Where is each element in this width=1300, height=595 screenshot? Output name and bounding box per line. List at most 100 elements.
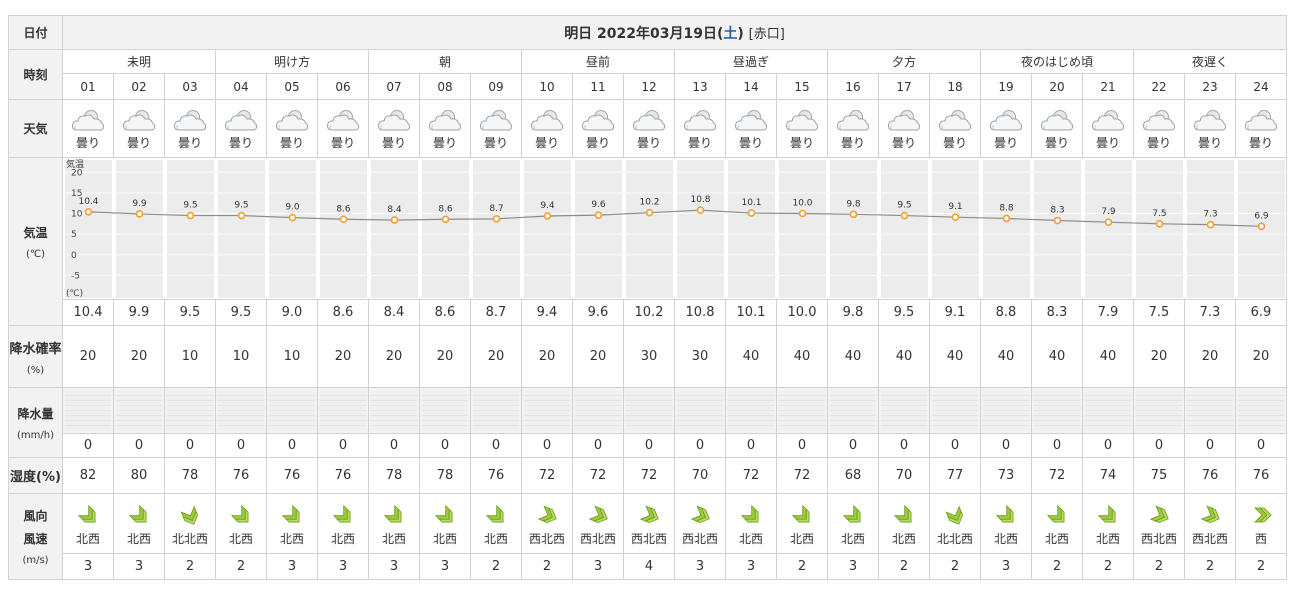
hour-cell: 01	[62, 73, 114, 100]
wind-speed-value: 2	[929, 553, 981, 580]
weather-text: 曇り	[432, 135, 457, 150]
temperature-point-label: 9.5	[897, 201, 911, 211]
hour-cell: 13	[674, 73, 726, 100]
rain-amount-bar	[266, 387, 318, 434]
wind-direction-text: 北西	[1044, 532, 1069, 546]
rain-amount-value: 0	[317, 433, 369, 458]
temperature-point	[645, 208, 654, 217]
wind-arrow-icon	[995, 504, 1014, 523]
rain-amount-label-text: 降水量	[17, 406, 54, 421]
weather-text: 曇り	[993, 135, 1018, 150]
weather-label: 天気	[8, 99, 63, 158]
rain-prob-label-text: 降水確率	[9, 341, 62, 357]
cloud-icon	[530, 109, 564, 130]
wind-direction-text: 西北西	[681, 532, 718, 546]
period-4: 昼前	[521, 49, 675, 74]
hour-cell: 24	[1234, 73, 1288, 100]
rain-amount-bar-bg	[422, 391, 468, 430]
temp-value: 8.3	[1031, 299, 1083, 326]
time-label: 時刻	[8, 49, 63, 100]
temperature-point-label: 9.1	[948, 202, 962, 212]
rain-amount-bar-bg	[626, 391, 672, 430]
wind-speed-value: 3	[980, 553, 1032, 580]
wind-direction-cell: 西	[1234, 493, 1288, 554]
rain-amount-bar-bg	[575, 391, 621, 430]
weather-text: 曇り	[738, 135, 763, 150]
humidity-value: 72	[725, 457, 777, 494]
rain-amount-bar-bg	[983, 391, 1029, 430]
temperature-chart-svg: 気温20151050-5(℃)10.4 9.9 9.5 9.5 9.0 8.6 8.4 8.6…	[63, 158, 1287, 299]
period-2: 明け方	[215, 49, 369, 74]
temperature-point-label: 9.6	[591, 200, 606, 210]
weather-cell: 曇り	[878, 99, 930, 158]
wind-direction-text: 西北西	[1191, 532, 1228, 546]
hour-cell: 10	[521, 73, 573, 100]
wind-direction-text: 北西	[840, 532, 865, 546]
weather-cell: 曇り	[1234, 99, 1288, 158]
temperature-point	[441, 215, 450, 224]
chart-ytick-label: 0	[71, 251, 77, 261]
period-5: 昼過ぎ	[674, 49, 828, 74]
cloud-icon	[224, 109, 258, 130]
wind-arrow-icon	[383, 504, 402, 523]
humidity-value: 80	[113, 457, 165, 494]
rain-prob-value: 20	[62, 325, 114, 388]
cloud-icon	[785, 109, 819, 130]
humidity-value: 78	[419, 457, 471, 494]
cloud-icon	[836, 109, 870, 130]
cloud-icon	[1142, 109, 1176, 130]
weather-cell: 曇り	[776, 99, 828, 158]
cloud-icon	[1040, 109, 1074, 130]
wind-direction-text: 西北西	[1140, 532, 1177, 546]
rain-prob-value: 10	[164, 325, 216, 388]
weather-cell: 曇り	[419, 99, 471, 158]
weather-text: 曇り	[75, 135, 100, 150]
wind-arrow-icon	[588, 505, 608, 524]
hour-cell: 05	[266, 73, 318, 100]
chart-column-bg	[626, 160, 673, 298]
chart-column-bg	[422, 160, 469, 298]
chart-column-bg	[371, 160, 418, 298]
rain-amount-bar	[674, 387, 726, 434]
chart-column-bg	[677, 160, 724, 298]
rain-amount-value: 0	[164, 433, 216, 458]
wind-speed-value: 2	[1082, 553, 1134, 580]
rain-amount-bar	[827, 387, 879, 434]
wind-arrow-icon	[791, 504, 810, 523]
chart-ytick-label: 5	[71, 230, 77, 240]
weather-text: 曇り	[942, 135, 967, 150]
temperature-point-label: 8.8	[999, 203, 1014, 213]
humidity-value: 72	[521, 457, 573, 494]
weather-text: 曇り	[279, 135, 304, 150]
rain-amount-bar-bg	[932, 391, 978, 430]
rain-amount-bar-bg	[218, 391, 264, 430]
temperature-point-label: 7.5	[1152, 209, 1166, 219]
weather-text: 曇り	[636, 135, 661, 150]
cloud-icon	[989, 109, 1023, 130]
wind-label: 風向 風速 (m/s)	[8, 493, 63, 580]
temperature-point-label: 8.6	[336, 204, 351, 214]
cloud-icon	[734, 109, 768, 130]
temperature-point	[390, 216, 399, 224]
wind-speed-label: 風速	[23, 532, 48, 546]
rain-prob-value: 40	[725, 325, 777, 388]
chart-column-bg	[932, 160, 979, 298]
wind-direction-text: 北西	[126, 532, 151, 546]
wind-speed-value: 3	[419, 553, 471, 580]
weather-cell: 曇り	[674, 99, 726, 158]
wind-direction-cell: 北西	[215, 493, 267, 554]
wind-direction-text: 北西	[993, 532, 1018, 546]
cloud-icon	[1091, 109, 1125, 130]
chart-column-bg	[320, 160, 367, 298]
weather-cell: 曇り	[215, 99, 267, 158]
chart-column-bg	[575, 160, 622, 298]
cloud-icon	[1193, 109, 1227, 130]
temperature-point-label: 10.8	[690, 195, 710, 205]
rain-amount-bar	[1184, 387, 1236, 434]
cloud-icon	[479, 109, 513, 130]
weather-cell: 曇り	[827, 99, 879, 158]
rain-amount-value: 0	[470, 433, 522, 458]
hour-cell: 09	[470, 73, 522, 100]
rain-amount-bar-bg	[269, 391, 315, 430]
wind-arrow-icon	[485, 504, 504, 523]
